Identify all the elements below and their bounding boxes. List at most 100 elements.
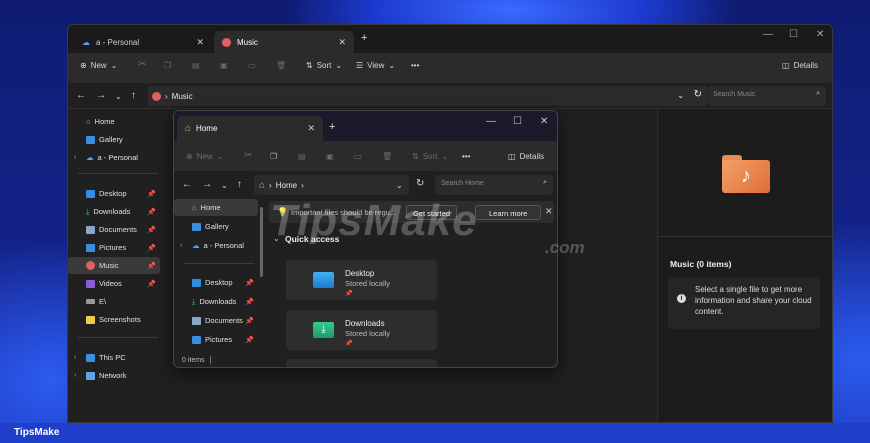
- new-button[interactable]: ⊕ New ⌄: [80, 61, 117, 70]
- close-icon[interactable]: ✕: [196, 37, 204, 48]
- sidebar-item-music[interactable]: Music 📌: [68, 257, 160, 274]
- tab-music[interactable]: Music ✕: [214, 31, 354, 53]
- paste-icon[interactable]: ▤: [298, 152, 306, 161]
- minimize-button[interactable]: —: [763, 29, 773, 40]
- sidebar-scrollbar[interactable]: [260, 207, 263, 277]
- sidebar-item-this-pc[interactable]: › This PC: [68, 349, 160, 366]
- pin-icon: 📌: [245, 279, 254, 287]
- chevron-right-icon[interactable]: ›: [74, 372, 76, 379]
- sidebar-item-gallery[interactable]: Gallery: [174, 218, 258, 235]
- sidebar-item-home[interactable]: ⌂ Home: [68, 113, 160, 130]
- downloads-folder-icon: ⤓: [313, 322, 334, 338]
- new-button[interactable]: ⊕ New ⌄: [186, 152, 223, 161]
- sidebar-item-drive-e[interactable]: E\: [68, 293, 160, 310]
- chevron-right-icon[interactable]: ›: [180, 242, 182, 249]
- learn-more-button[interactable]: Learn more: [475, 205, 542, 220]
- maximize-button[interactable]: ☐: [513, 116, 522, 127]
- sidebar-item-documents[interactable]: Documents 📌: [174, 312, 258, 329]
- sidebar-item-downloads[interactable]: ⤓ Downloads 📌: [68, 203, 160, 220]
- up-arrow-icon[interactable]: ↑: [131, 90, 136, 101]
- sidebar-item-network[interactable]: › Network: [68, 367, 160, 384]
- sort-button[interactable]: ⇅ Sort ⌄: [306, 61, 342, 70]
- sidebar-item-desktop[interactable]: Desktop 📌: [68, 185, 160, 202]
- maximize-button[interactable]: ☐: [789, 29, 798, 40]
- network-icon: [86, 371, 95, 380]
- pictures-icon: [86, 243, 95, 252]
- search-input[interactable]: Search Music ⌕: [709, 86, 826, 106]
- details-button[interactable]: ◫ Details: [782, 61, 818, 70]
- cut-icon[interactable]: ✂: [138, 59, 146, 70]
- delete-icon[interactable]: 🗑: [382, 152, 392, 161]
- back-arrow-icon[interactable]: ←: [76, 90, 86, 101]
- minimize-button[interactable]: —: [486, 116, 496, 127]
- share-icon[interactable]: ▭: [248, 61, 256, 70]
- address-dropdown-icon[interactable]: ⌄: [396, 181, 403, 190]
- tab-personal[interactable]: ☁ a - Personal ✕: [74, 31, 212, 53]
- sidebar-item-screenshots[interactable]: Screenshots: [68, 311, 160, 328]
- breadcrumb-chevron-icon: ›: [301, 180, 304, 190]
- sidebar-item-personal[interactable]: › ☁ a - Personal: [174, 237, 258, 254]
- up-arrow-icon[interactable]: ↑: [237, 179, 242, 190]
- plus-circle-icon: ⊕: [186, 152, 193, 161]
- sort-button[interactable]: ⇅ Sort ⌄: [412, 152, 448, 161]
- sidebar-item-desktop[interactable]: Desktop 📌: [174, 274, 258, 291]
- forward-arrow-icon[interactable]: →: [96, 90, 106, 101]
- sidebar-item-label: Documents: [99, 225, 137, 234]
- sidebar-item-pictures[interactable]: Pictures 📌: [174, 331, 258, 348]
- recent-chevron-icon[interactable]: ⌄: [115, 92, 122, 101]
- breadcrumb-chevron-icon: ›: [269, 180, 272, 190]
- view-label: View: [367, 61, 385, 70]
- paste-icon[interactable]: ▤: [192, 61, 200, 70]
- details-pane: ♪ Music (0 items) i Select a single file…: [657, 109, 832, 422]
- share-icon[interactable]: ▭: [354, 152, 362, 161]
- sidebar-item-documents[interactable]: Documents 📌: [68, 221, 160, 238]
- delete-icon[interactable]: 🗑: [276, 61, 286, 70]
- breadcrumb-home[interactable]: Home: [276, 181, 297, 190]
- desktop-icon: [192, 278, 201, 287]
- sidebar-item-home[interactable]: ⌂ Home: [174, 199, 258, 216]
- back-arrow-icon[interactable]: ←: [182, 179, 192, 190]
- forward-arrow-icon[interactable]: →: [202, 179, 212, 190]
- rename-icon[interactable]: ▣: [220, 61, 228, 70]
- sidebar-item-videos[interactable]: Videos 📌: [68, 275, 160, 292]
- home-icon: ⌂: [86, 117, 91, 126]
- footer-bar: TipsMake: [0, 423, 870, 443]
- close-window-button[interactable]: ✕: [540, 116, 548, 127]
- address-dropdown-icon[interactable]: ⌄: [677, 91, 684, 100]
- pin-icon: 📌: [147, 208, 156, 216]
- breadcrumb-music[interactable]: Music: [172, 92, 193, 101]
- sidebar-item-downloads[interactable]: ⤓ Downloads 📌: [174, 293, 258, 310]
- tab-home[interactable]: ⌂ Home ✕: [177, 116, 323, 141]
- details-title: Music (0 items): [670, 259, 732, 269]
- close-icon[interactable]: ✕: [338, 37, 346, 48]
- new-tab-button[interactable]: +: [329, 121, 335, 133]
- more-options-button[interactable]: •••: [462, 152, 470, 161]
- quick-access-item-downloads[interactable]: ⤓ Downloads Stored locally 📌: [286, 310, 437, 350]
- sidebar-item-pictures[interactable]: Pictures 📌: [68, 239, 160, 256]
- close-icon[interactable]: ✕: [307, 123, 315, 134]
- more-options-button[interactable]: •••: [411, 61, 419, 70]
- address-bar[interactable]: ⌂ › Home ›: [254, 175, 409, 195]
- copy-icon[interactable]: ❐: [270, 152, 277, 161]
- cut-icon[interactable]: ✂: [244, 150, 252, 161]
- sidebar-item-gallery[interactable]: Gallery: [68, 131, 160, 148]
- search-input[interactable]: Search Home ⌕: [435, 175, 553, 195]
- chevron-right-icon[interactable]: ›: [74, 354, 76, 361]
- close-icon[interactable]: ✕: [545, 206, 553, 217]
- recent-chevron-icon[interactable]: ⌄: [221, 181, 228, 190]
- refresh-icon[interactable]: ↻: [416, 178, 424, 189]
- copy-icon[interactable]: ❐: [164, 61, 171, 70]
- sidebar-item-personal[interactable]: › ☁ a - Personal: [68, 149, 160, 166]
- sidebar-item-label: Gallery: [99, 135, 123, 144]
- new-label: New: [196, 152, 213, 161]
- view-button[interactable]: ☰ View ⌄: [356, 61, 395, 70]
- pin-icon: 📌: [245, 298, 254, 306]
- close-window-button[interactable]: ✕: [816, 29, 824, 40]
- refresh-icon[interactable]: ↻: [694, 89, 702, 100]
- new-tab-button[interactable]: +: [361, 32, 367, 44]
- quick-access-item-desktop[interactable]: Desktop Stored locally 📌: [286, 260, 437, 300]
- address-bar[interactable]: › Music ⌄ ↻: [148, 86, 708, 106]
- details-button[interactable]: ◫ Details: [508, 152, 544, 161]
- rename-icon[interactable]: ▣: [326, 152, 334, 161]
- chevron-right-icon[interactable]: ›: [74, 154, 76, 161]
